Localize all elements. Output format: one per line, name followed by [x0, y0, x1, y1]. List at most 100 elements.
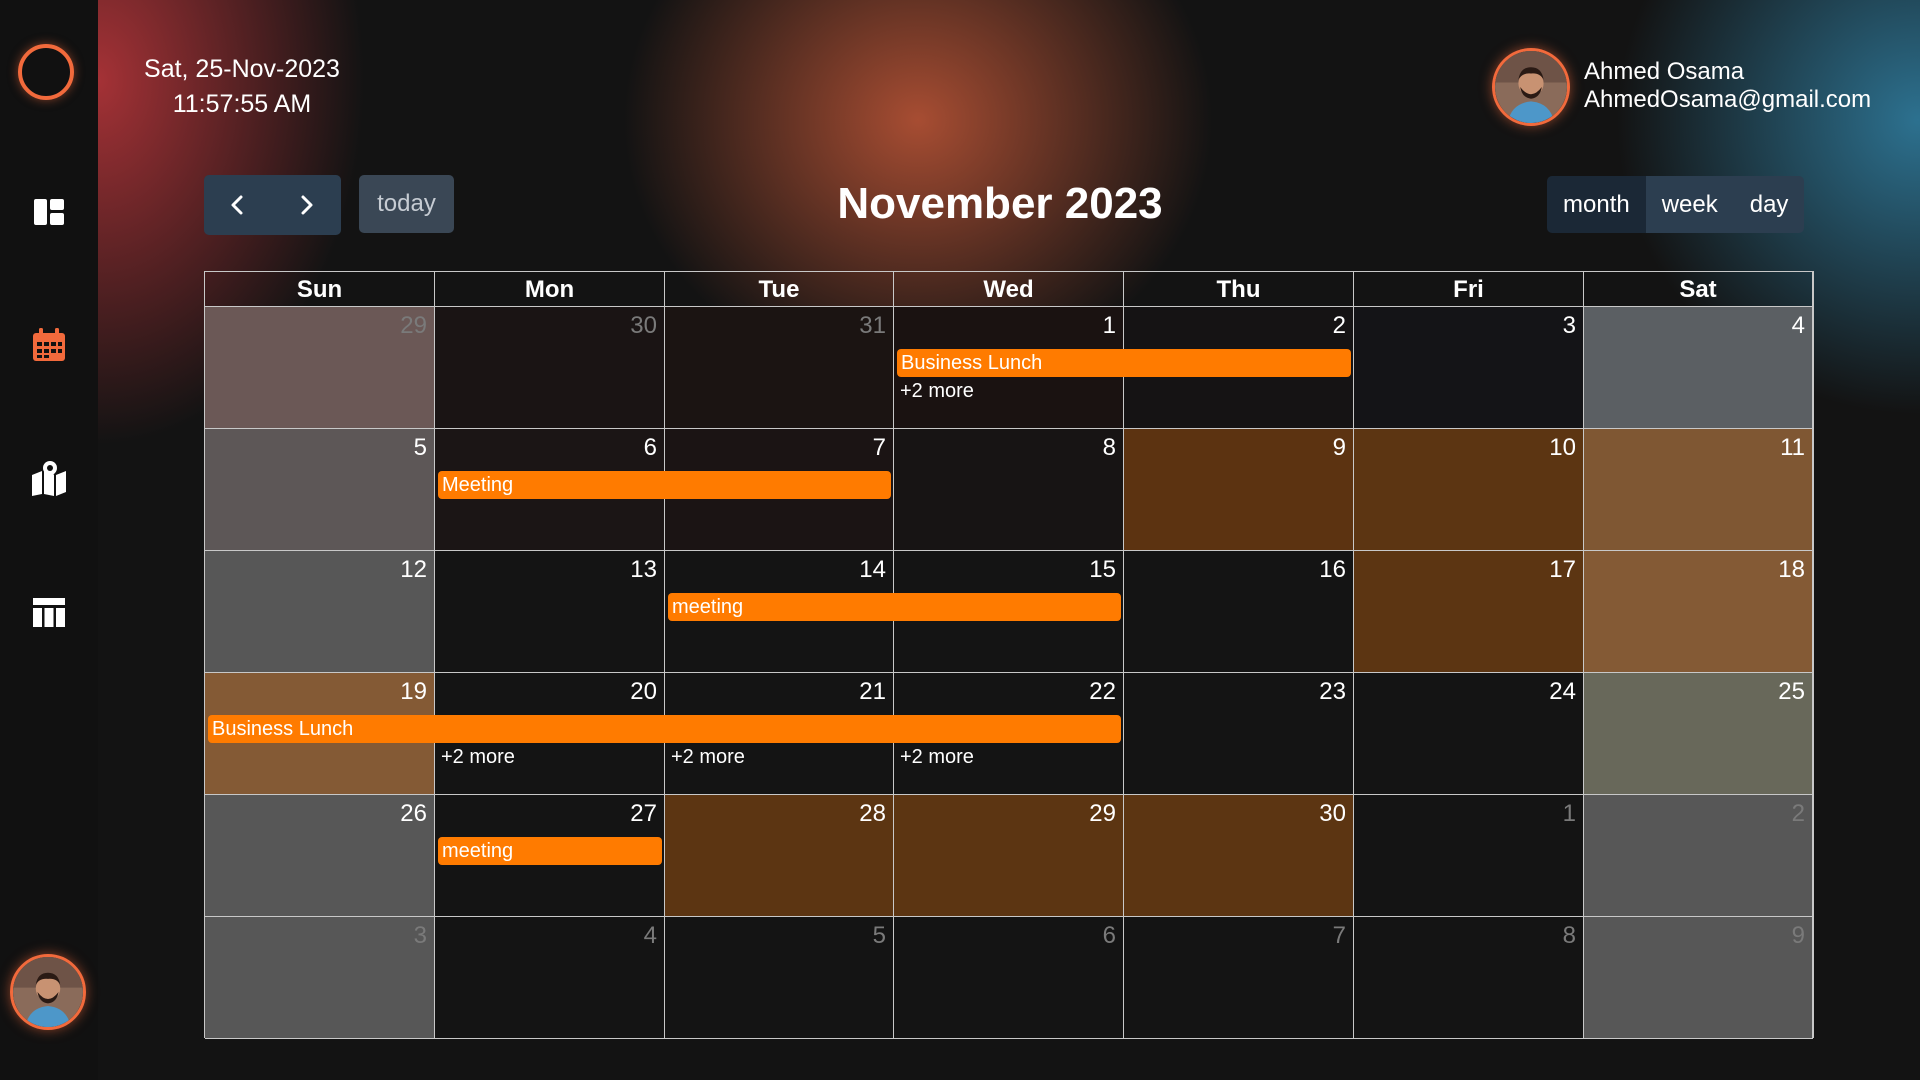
day-number[interactable]: 31 — [859, 312, 886, 340]
chevron-left-icon — [231, 195, 243, 215]
day-cell[interactable]: 7 — [1124, 917, 1354, 1039]
day-number[interactable]: 11 — [1780, 434, 1805, 462]
day-cell[interactable]: 24 — [1354, 673, 1584, 795]
view-day-button[interactable]: day — [1733, 176, 1805, 233]
day-cell[interactable]: 9 — [1124, 429, 1354, 551]
day-cell[interactable]: 3 — [205, 917, 435, 1039]
calendar-event[interactable]: Business Lunch — [897, 349, 1351, 377]
calendar-event[interactable]: meeting — [438, 837, 662, 865]
day-number[interactable]: 3 — [1563, 312, 1576, 340]
view-week-button[interactable]: week — [1645, 176, 1734, 233]
sidebar-avatar[interactable] — [10, 954, 86, 1030]
day-number[interactable]: 5 — [873, 922, 886, 950]
day-number[interactable]: 12 — [400, 556, 427, 584]
day-number[interactable]: 28 — [859, 800, 886, 828]
day-number[interactable]: 9 — [1792, 922, 1805, 950]
day-cell[interactable]: 26 — [205, 795, 435, 917]
day-number[interactable]: 16 — [1319, 556, 1346, 584]
more-events-link[interactable]: +2 more — [671, 746, 745, 769]
day-cell[interactable]: 25 — [1584, 673, 1813, 795]
day-number[interactable]: 10 — [1549, 434, 1576, 462]
day-cell[interactable]: 16 — [1124, 551, 1354, 673]
day-number[interactable]: 8 — [1563, 922, 1576, 950]
weekday-header: Sat — [1584, 272, 1813, 307]
day-cell[interactable]: 2 — [1584, 795, 1813, 917]
day-cell[interactable]: 5 — [665, 917, 894, 1039]
view-month-button[interactable]: month — [1547, 176, 1646, 233]
day-cell[interactable]: 3 — [1354, 307, 1584, 429]
day-cell[interactable]: 29 — [894, 795, 1124, 917]
chevron-right-icon — [301, 195, 313, 215]
dashboard-icon[interactable] — [29, 192, 69, 232]
day-cell[interactable]: 6 — [894, 917, 1124, 1039]
day-cell[interactable]: 29 — [205, 307, 435, 429]
more-events-link[interactable]: +2 more — [900, 380, 974, 403]
day-number[interactable]: 21 — [859, 678, 886, 706]
day-number[interactable]: 8 — [1103, 434, 1116, 462]
calendar-event[interactable]: Business Lunch — [208, 715, 1121, 743]
day-number[interactable]: 7 — [873, 434, 886, 462]
day-cell[interactable]: 9 — [1584, 917, 1813, 1039]
day-number[interactable]: 29 — [400, 312, 427, 340]
day-cell[interactable]: 18 — [1584, 551, 1813, 673]
day-cell[interactable]: 11 — [1584, 429, 1813, 551]
map-icon[interactable] — [29, 458, 69, 498]
day-cell[interactable]: 4 — [435, 917, 665, 1039]
day-number[interactable]: 22 — [1089, 678, 1116, 706]
day-number[interactable]: 3 — [414, 922, 427, 950]
next-button[interactable] — [272, 175, 340, 235]
day-number[interactable]: 24 — [1549, 678, 1576, 706]
day-cell[interactable]: 30 — [435, 307, 665, 429]
calendar-event[interactable]: meeting — [668, 593, 1121, 621]
day-cell[interactable]: 4 — [1584, 307, 1813, 429]
day-cell[interactable]: 12 — [205, 551, 435, 673]
day-cell[interactable]: 30 — [1124, 795, 1354, 917]
day-cell[interactable]: 1 — [1354, 795, 1584, 917]
day-number[interactable]: 26 — [400, 800, 427, 828]
day-cell[interactable]: 23 — [1124, 673, 1354, 795]
day-number[interactable]: 2 — [1792, 800, 1805, 828]
day-cell[interactable]: 13 — [435, 551, 665, 673]
day-number[interactable]: 23 — [1319, 678, 1346, 706]
day-number[interactable]: 6 — [644, 434, 657, 462]
day-number[interactable]: 20 — [630, 678, 657, 706]
day-number[interactable]: 29 — [1089, 800, 1116, 828]
day-cell[interactable]: 28 — [665, 795, 894, 917]
day-number[interactable]: 1 — [1563, 800, 1576, 828]
day-number[interactable]: 30 — [1319, 800, 1346, 828]
day-number[interactable]: 18 — [1778, 556, 1805, 584]
more-events-link[interactable]: +2 more — [900, 746, 974, 769]
avatar[interactable] — [1492, 48, 1570, 126]
day-cell[interactable]: 5 — [205, 429, 435, 551]
day-cell[interactable]: 8 — [894, 429, 1124, 551]
day-number[interactable]: 4 — [644, 922, 657, 950]
prev-button[interactable] — [204, 175, 272, 235]
day-number[interactable]: 15 — [1089, 556, 1116, 584]
table-icon[interactable] — [29, 592, 69, 632]
current-time: 11:57:55 AM — [172, 90, 312, 118]
day-number[interactable]: 7 — [1333, 922, 1346, 950]
today-button[interactable]: today — [359, 175, 454, 233]
day-number[interactable]: 1 — [1103, 312, 1116, 340]
calendar-event[interactable]: Meeting — [438, 471, 891, 499]
day-number[interactable]: 4 — [1792, 312, 1805, 340]
day-number[interactable]: 17 — [1549, 556, 1576, 584]
day-number[interactable]: 13 — [630, 556, 657, 584]
day-cell[interactable]: 10 — [1354, 429, 1584, 551]
day-number[interactable]: 6 — [1103, 922, 1116, 950]
day-cell[interactable]: 8 — [1354, 917, 1584, 1039]
day-number[interactable]: 19 — [400, 678, 427, 706]
day-number[interactable]: 9 — [1333, 434, 1346, 462]
more-events-link[interactable]: +2 more — [441, 746, 515, 769]
day-number[interactable]: 25 — [1778, 678, 1805, 706]
day-number[interactable]: 5 — [414, 434, 427, 462]
day-number[interactable]: 2 — [1333, 312, 1346, 340]
day-number[interactable]: 30 — [630, 312, 657, 340]
logo-ring-icon[interactable] — [18, 44, 74, 100]
day-number[interactable]: 14 — [859, 556, 886, 584]
day-cell[interactable]: 17 — [1354, 551, 1584, 673]
day-number[interactable]: 27 — [630, 800, 657, 828]
user-name: Ahmed Osama — [1584, 58, 1745, 85]
calendar-icon[interactable] — [29, 325, 69, 365]
day-cell[interactable]: 31 — [665, 307, 894, 429]
